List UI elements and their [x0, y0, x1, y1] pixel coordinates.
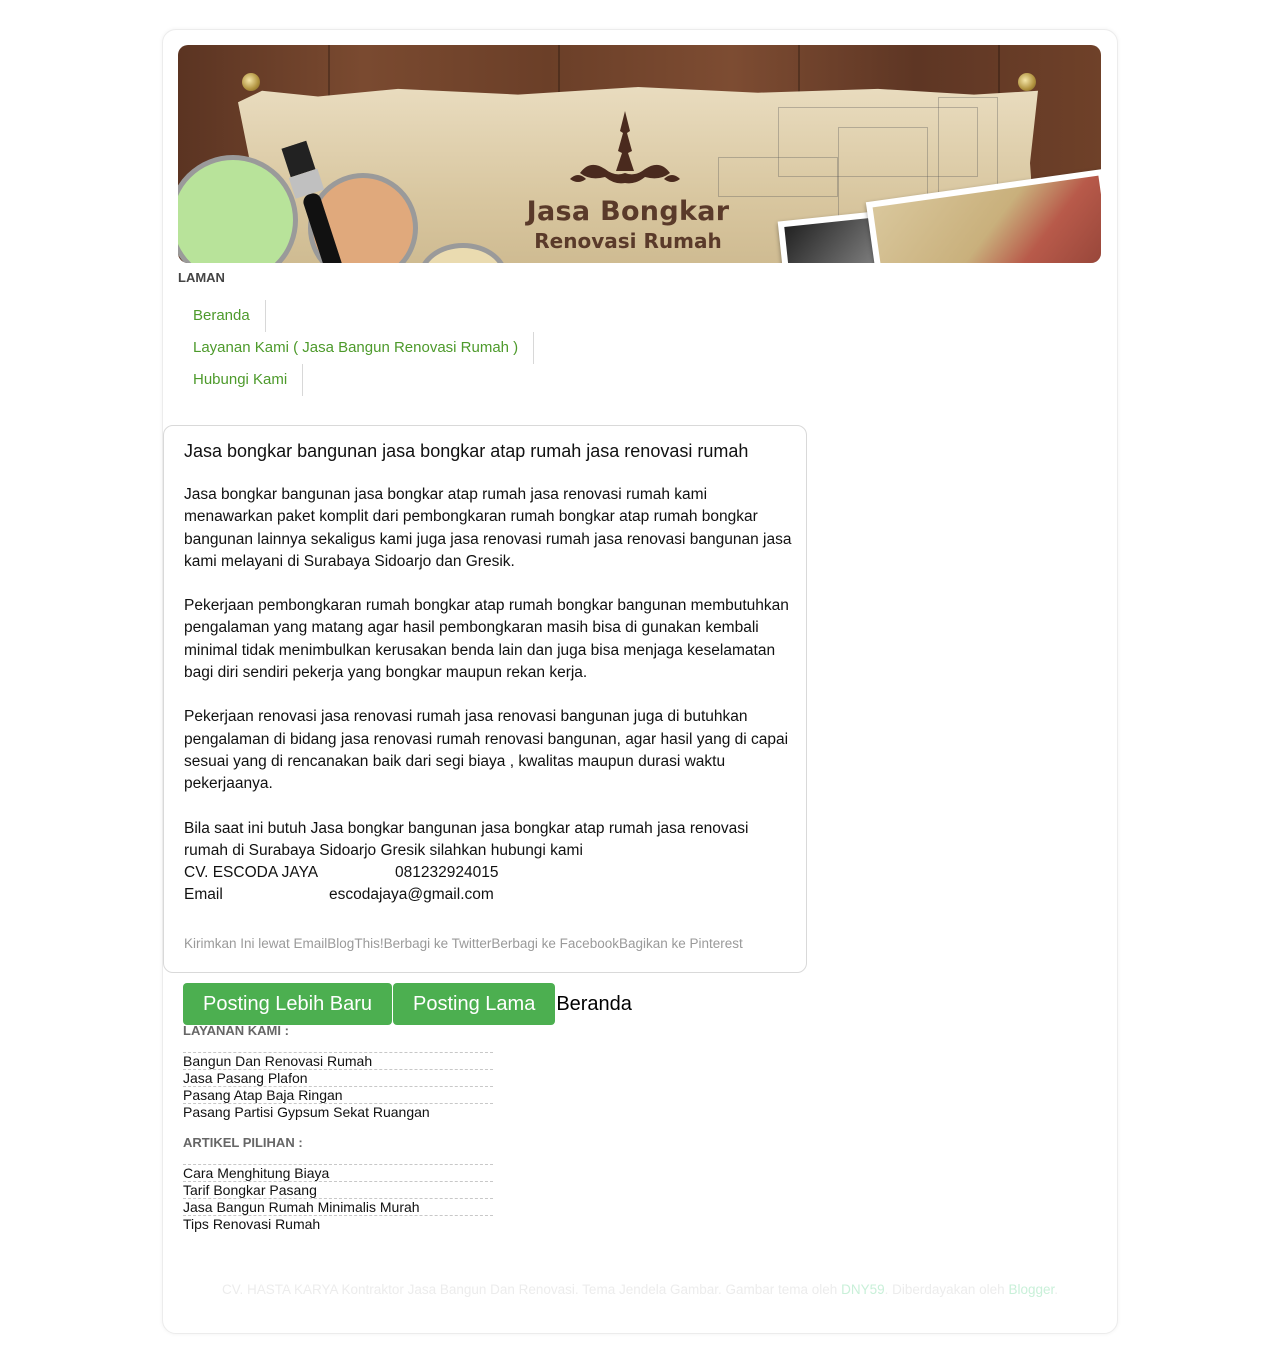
footer-attribution: CV. HASTA KARYA Kontraktor Jasa Bangun D…: [163, 1282, 1117, 1297]
widget-title: ARTIKEL PILIHAN :: [183, 1135, 303, 1150]
list-item[interactable]: Tips Renovasi Rumah: [183, 1215, 493, 1232]
footer-text: .: [1054, 1282, 1058, 1297]
widget-layanan: LAYANAN KAMI : Bangun Dan Renovasi Rumah…: [183, 1023, 493, 1120]
footer-theme-link[interactable]: DNY59: [841, 1282, 885, 1297]
post-body: Jasa bongkar bangunan jasa bongkar atap …: [184, 484, 794, 907]
share-pinterest-link[interactable]: Bagikan ke Pinterest: [619, 936, 743, 951]
email-address: escodajaya@gmail.com: [329, 886, 494, 904]
post-pager: Posting Lebih Baru Posting Lama Beranda: [183, 983, 632, 1025]
list-item[interactable]: Tarif Bongkar Pasang: [183, 1181, 493, 1198]
header-banner[interactable]: Jasa Bongkar Renovasi Rumah: [178, 45, 1101, 263]
pages-nav: Beranda Layanan Kami ( Jasa Bangun Renov…: [178, 300, 535, 396]
pin-icon: [1018, 73, 1036, 91]
widget-artikel: ARTIKEL PILIHAN : Cara Menghitung Biaya …: [183, 1135, 493, 1232]
company-name: CV. ESCODA JAYA: [184, 864, 319, 882]
banner-title: Jasa Bongkar: [526, 196, 730, 227]
post-paragraph: Pekerjaan pembongkaran rumah bongkar ata…: [184, 597, 789, 682]
nav-item-layanan-kami[interactable]: Layanan Kami ( Jasa Bangun Renovasi Ruma…: [178, 332, 535, 364]
contact-company-line: CV. ESCODA JAYA 081232924015: [184, 862, 794, 884]
newer-posts-button[interactable]: Posting Lebih Baru: [183, 983, 393, 1025]
ornament-icon: [570, 111, 680, 184]
banner-subtitle: Renovasi Rumah: [534, 229, 722, 253]
widget-list: Bangun Dan Renovasi Rumah Jasa Pasang Pl…: [183, 1052, 493, 1120]
email-label: Email: [184, 886, 223, 904]
blog-post: Jasa bongkar bangunan jasa bongkar atap …: [163, 425, 807, 973]
list-item[interactable]: Pasang Partisi Gypsum Sekat Ruangan: [183, 1103, 493, 1120]
post-title[interactable]: Jasa bongkar bangunan jasa bongkar atap …: [184, 441, 748, 462]
share-email-link[interactable]: Kirimkan Ini lewat Email: [184, 936, 327, 951]
footer-blogger-link[interactable]: Blogger: [1008, 1282, 1054, 1297]
contact-email-line: Email escodajaya@gmail.com: [184, 884, 794, 906]
pin-icon: [242, 73, 260, 91]
list-item[interactable]: Cara Menghitung Biaya: [183, 1164, 493, 1181]
post-paragraph: Pekerjaan renovasi jasa renovasi rumah j…: [184, 708, 789, 793]
footer-text: . Diberdayakan oleh: [884, 1282, 1009, 1297]
nav-title: LAMAN: [178, 270, 225, 285]
list-item[interactable]: Pasang Atap Baja Ringan: [183, 1086, 493, 1103]
home-link[interactable]: Beranda: [556, 993, 632, 1016]
widget-list: Cara Menghitung Biaya Tarif Bongkar Pasa…: [183, 1164, 493, 1232]
company-phone: 081232924015: [395, 864, 499, 882]
nav-item-hubungi-kami[interactable]: Hubungi Kami: [178, 364, 304, 396]
share-blogthis-link[interactable]: BlogThis!: [327, 936, 383, 951]
post-paragraph: Jasa bongkar bangunan jasa bongkar atap …: [184, 486, 792, 570]
share-twitter-link[interactable]: Berbagi ke Twitter: [384, 936, 492, 951]
older-posts-button[interactable]: Posting Lama: [393, 983, 556, 1025]
list-item[interactable]: Jasa Pasang Plafon: [183, 1069, 493, 1086]
list-item[interactable]: Bangun Dan Renovasi Rumah: [183, 1052, 493, 1069]
share-links: Kirimkan Ini lewat EmailBlogThis!Berbagi…: [184, 936, 743, 951]
footer-text: CV. HASTA KARYA Kontraktor Jasa Bangun D…: [221, 1282, 842, 1297]
list-item[interactable]: Jasa Bangun Rumah Minimalis Murah: [183, 1198, 493, 1215]
post-paragraph: Bila saat ini butuh Jasa bongkar banguna…: [184, 819, 749, 859]
nav-item-beranda[interactable]: Beranda: [178, 300, 266, 332]
widget-title: LAYANAN KAMI :: [183, 1023, 289, 1038]
share-facebook-link[interactable]: Berbagi ke Facebook: [491, 936, 619, 951]
